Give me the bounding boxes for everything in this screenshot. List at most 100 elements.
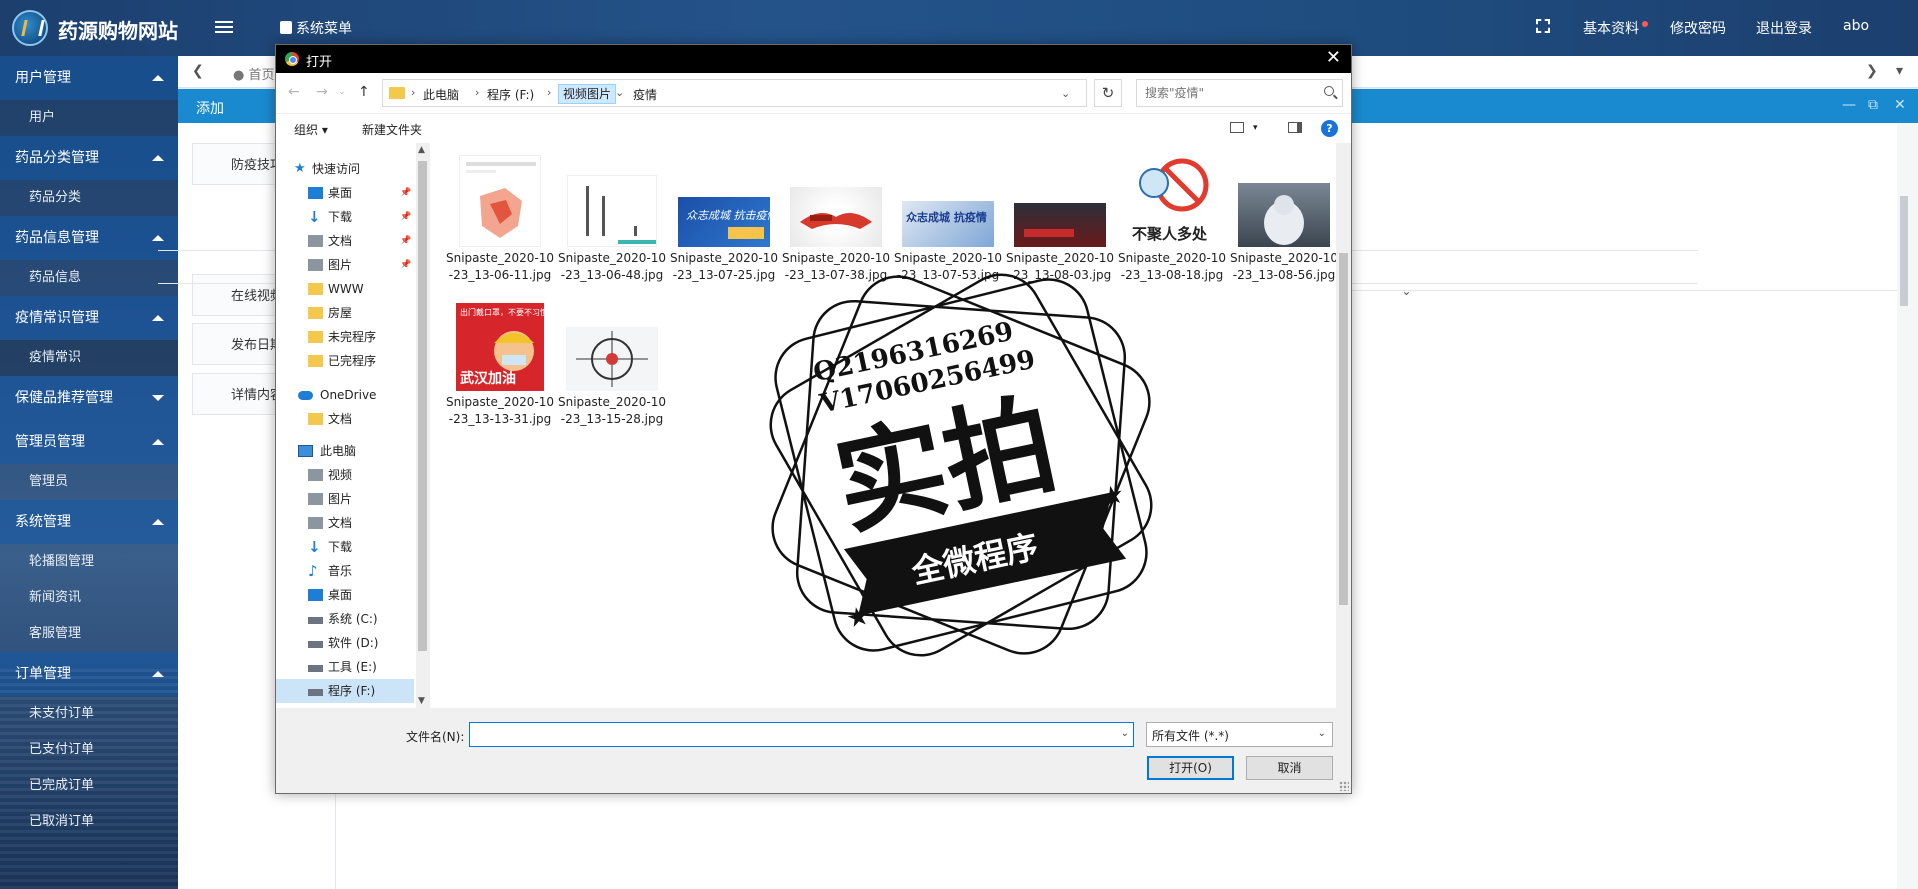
file-item[interactable]: Snipaste_2020-10-23_13-08-03.jpg (1006, 155, 1114, 284)
file-item[interactable]: Snipaste_2020-10-23_13-15-28.jpg (558, 303, 666, 428)
nav-item-cancelled-orders[interactable]: 已取消订单 (0, 804, 178, 840)
nav-item-unpaid-orders[interactable]: 未支付订单 (0, 696, 178, 732)
nav-item-epidemic[interactable]: 疫情常识 (0, 340, 178, 376)
nav-documents[interactable]: 文档 📌 (276, 229, 414, 253)
nav-group-admin[interactable]: 管理员管理 (0, 420, 178, 464)
nav-onedrive-documents[interactable]: 文档 (276, 407, 414, 431)
file-item[interactable]: Snipaste_2020-10-23_13-06-11.jpg (446, 155, 554, 284)
nav-drive-f[interactable]: 程序 (F:) (276, 679, 414, 703)
help-icon[interactable]: ? (1321, 120, 1338, 137)
nav-item-admin[interactable]: 管理员 (0, 464, 178, 500)
profile-link[interactable]: 基本资料 (1583, 18, 1648, 38)
tab-home[interactable]: ● 首页 (233, 64, 275, 83)
nav-item-customer-service[interactable]: 客服管理 (0, 616, 178, 652)
file-item[interactable]: 众志成城 抗疫情 Snipaste_2020-10-23_13-07-53.jp… (894, 155, 1002, 284)
breadcrumb-epidemic[interactable]: 疫情 (633, 86, 657, 103)
view-dropdown-icon[interactable]: ▾ (1253, 123, 1258, 133)
breadcrumb-separator-icon[interactable]: › (411, 86, 415, 99)
address-dropdown-icon[interactable]: ⌄ (1061, 87, 1070, 100)
nav-videos[interactable]: 视频 (276, 463, 414, 487)
filename-input[interactable] (474, 724, 1094, 746)
search-box[interactable] (1136, 79, 1343, 107)
nav-desktop[interactable]: 桌面 📌 (276, 181, 414, 205)
up-folder-icon[interactable]: ↑ (358, 84, 370, 100)
nav-item-paid-orders[interactable]: 已支付订单 (0, 732, 178, 768)
system-menu-button[interactable]: 系统菜单 (280, 18, 352, 38)
cancel-button[interactable]: 取消 (1246, 756, 1333, 780)
scroll-down-icon[interactable]: ▼ (418, 696, 425, 706)
file-item[interactable]: Snipaste_2020-10-23_13-08-56.jpg (1230, 155, 1338, 284)
breadcrumb-video-images[interactable]: 视频图片 (558, 84, 617, 104)
new-folder-button[interactable]: 新建文件夹 (362, 121, 422, 138)
nav-drive-d[interactable]: 软件 (D:) (276, 631, 414, 655)
minimize-icon[interactable]: — (1842, 97, 1856, 113)
file-list-scrollbar[interactable] (1336, 143, 1351, 708)
refresh-icon[interactable]: ↻ (1094, 79, 1122, 107)
nav-pane-scrollbar[interactable]: ▲ ▼ (416, 143, 429, 708)
nav-folder-finished[interactable]: 已完程序 (276, 349, 414, 373)
file-item[interactable]: 出门戴口罩，不要不习惯 武汉加油 Snipaste_2020-10-23_13-1… (446, 303, 554, 428)
fullscreen-icon[interactable] (1536, 19, 1550, 33)
search-input[interactable] (1145, 81, 1315, 105)
dialog-close-icon[interactable]: ✕ (1326, 47, 1341, 68)
nav-item-news[interactable]: 新闻资讯 (0, 580, 178, 616)
address-bar[interactable]: › 此电脑 › 程序 (F:) › 视频图片 ⌄ 疫情 ⌄ (382, 79, 1087, 107)
nav-group-system[interactable]: 系统管理 (0, 500, 178, 544)
close-panel-icon[interactable]: ✕ (1894, 97, 1906, 113)
nav-folder-unfinished[interactable]: 未完程序 (276, 325, 414, 349)
nav-group-epidemic[interactable]: 疫情常识管理 (0, 296, 178, 340)
username[interactable]: abo (1843, 18, 1869, 34)
nav-pictures[interactable]: 图片 📌 (276, 253, 414, 277)
file-item[interactable]: Snipaste_2020-10-23_13-07-38.jpg (782, 155, 890, 284)
nav-group-user[interactable]: 用户管理 (0, 56, 178, 100)
nav-drive-c[interactable]: 系统 (C:) (276, 607, 414, 631)
breadcrumb-dropdown-icon[interactable]: ⌄ (615, 86, 624, 99)
filename-field[interactable]: ⌄ (469, 722, 1134, 747)
scroll-up-icon[interactable]: ▲ (418, 145, 425, 155)
view-options-icon[interactable] (1230, 122, 1244, 133)
nav-group-health-products[interactable]: 保健品推荐管理 (0, 376, 178, 420)
nav-downloads[interactable]: ↓ 下载 📌 (276, 205, 414, 229)
nav-drive-e[interactable]: 工具 (E:) (276, 655, 414, 679)
nav-pc-pictures[interactable]: 图片 (276, 487, 414, 511)
nav-item-drug-category[interactable]: 药品分类 (0, 180, 178, 216)
file-list-scroll-thumb[interactable] (1339, 253, 1348, 605)
breadcrumb-separator-icon[interactable]: › (547, 86, 551, 99)
file-item[interactable]: 不聚人多处 Snipaste_2020-10-23_13-08-18.jpg (1118, 155, 1226, 284)
breadcrumb-drive-f[interactable]: 程序 (F:) (487, 86, 534, 103)
nav-item-user[interactable]: 用户 (0, 100, 178, 136)
open-button[interactable]: 打开(O) (1147, 756, 1234, 780)
nav-folder-www[interactable]: WWW (276, 277, 414, 301)
tab-scroll-right-icon[interactable]: ❯ (1866, 63, 1878, 79)
nav-music[interactable]: ♪ 音乐 (276, 559, 414, 583)
nav-onedrive[interactable]: OneDrive (276, 383, 414, 407)
organize-button[interactable]: 组织 ▾ (294, 121, 328, 138)
page-scrollbar-thumb[interactable] (1900, 196, 1908, 306)
resize-grip-icon[interactable] (1339, 781, 1349, 791)
recent-dropdown-icon[interactable]: ⌄ (338, 87, 346, 97)
breadcrumb-separator-icon[interactable]: › (475, 86, 479, 99)
nav-item-drug-info[interactable]: 药品信息 (0, 260, 178, 296)
nav-pc-downloads[interactable]: ↓ 下载 (276, 535, 414, 559)
preview-pane-icon[interactable] (1288, 122, 1302, 133)
logout-link[interactable]: 退出登录 (1756, 18, 1812, 38)
maximize-icon[interactable]: ⧉ (1868, 97, 1878, 113)
back-icon[interactable]: ← (288, 84, 300, 100)
nav-group-drug-info[interactable]: 药品信息管理 (0, 216, 178, 260)
nav-folder-house[interactable]: 房屋 (276, 301, 414, 325)
nav-pane-scroll-thumb[interactable] (418, 161, 427, 651)
nav-group-orders[interactable]: 订单管理 (0, 652, 178, 696)
nav-pc-documents[interactable]: 文档 (276, 511, 414, 535)
nav-pc-desktop[interactable]: 桌面 (276, 583, 414, 607)
change-password-link[interactable]: 修改密码 (1670, 18, 1726, 38)
file-item[interactable]: Snipaste_2020-10-23_13-06-48.jpg (558, 155, 666, 284)
menu-toggle-icon[interactable] (215, 18, 233, 36)
filename-dropdown-icon[interactable]: ⌄ (1121, 728, 1129, 739)
breadcrumb-this-pc[interactable]: 此电脑 (423, 86, 459, 103)
tab-scroll-left-icon[interactable]: ❮ (192, 63, 204, 79)
nav-item-completed-orders[interactable]: 已完成订单 (0, 768, 178, 804)
forward-icon[interactable]: → (316, 84, 328, 100)
nav-item-carousel[interactable]: 轮播图管理 (0, 544, 178, 580)
filetype-select[interactable]: 所有文件 (*.*) ⌄ (1146, 722, 1333, 747)
nav-quick-access[interactable]: ★ 快速访问 (276, 157, 414, 181)
